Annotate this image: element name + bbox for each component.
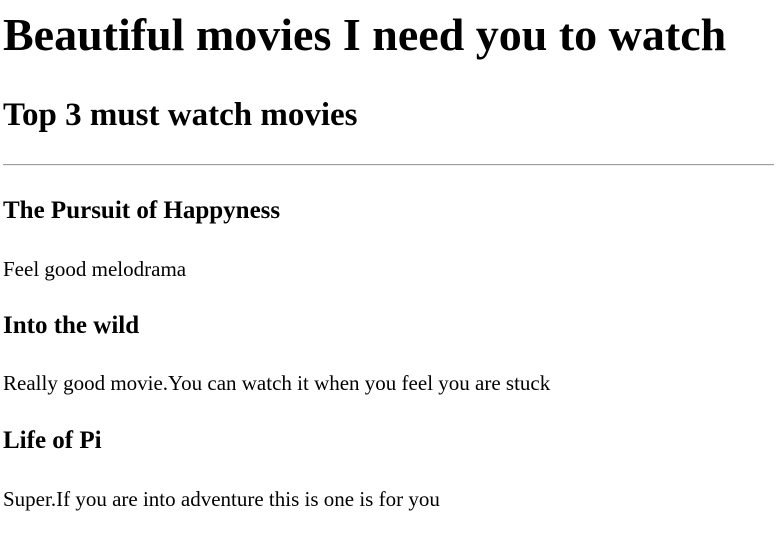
divider xyxy=(3,164,774,166)
movie-title: The Pursuit of Happyness xyxy=(3,197,281,224)
page-title: Beautiful movies I need you to watch xyxy=(3,9,727,60)
movie-description: Feel good melodrama xyxy=(3,257,187,281)
movie-description: Super.If you are into adventure this is … xyxy=(3,487,440,511)
movie-title: Life of Pi xyxy=(3,427,102,454)
movie-description: Really good movie.You can watch it when … xyxy=(3,371,551,395)
page: Beautiful movies I need you to watch Top… xyxy=(0,0,783,537)
page-subtitle: Top 3 must watch movies xyxy=(3,97,358,133)
movie-title: Into the wild xyxy=(3,312,140,339)
